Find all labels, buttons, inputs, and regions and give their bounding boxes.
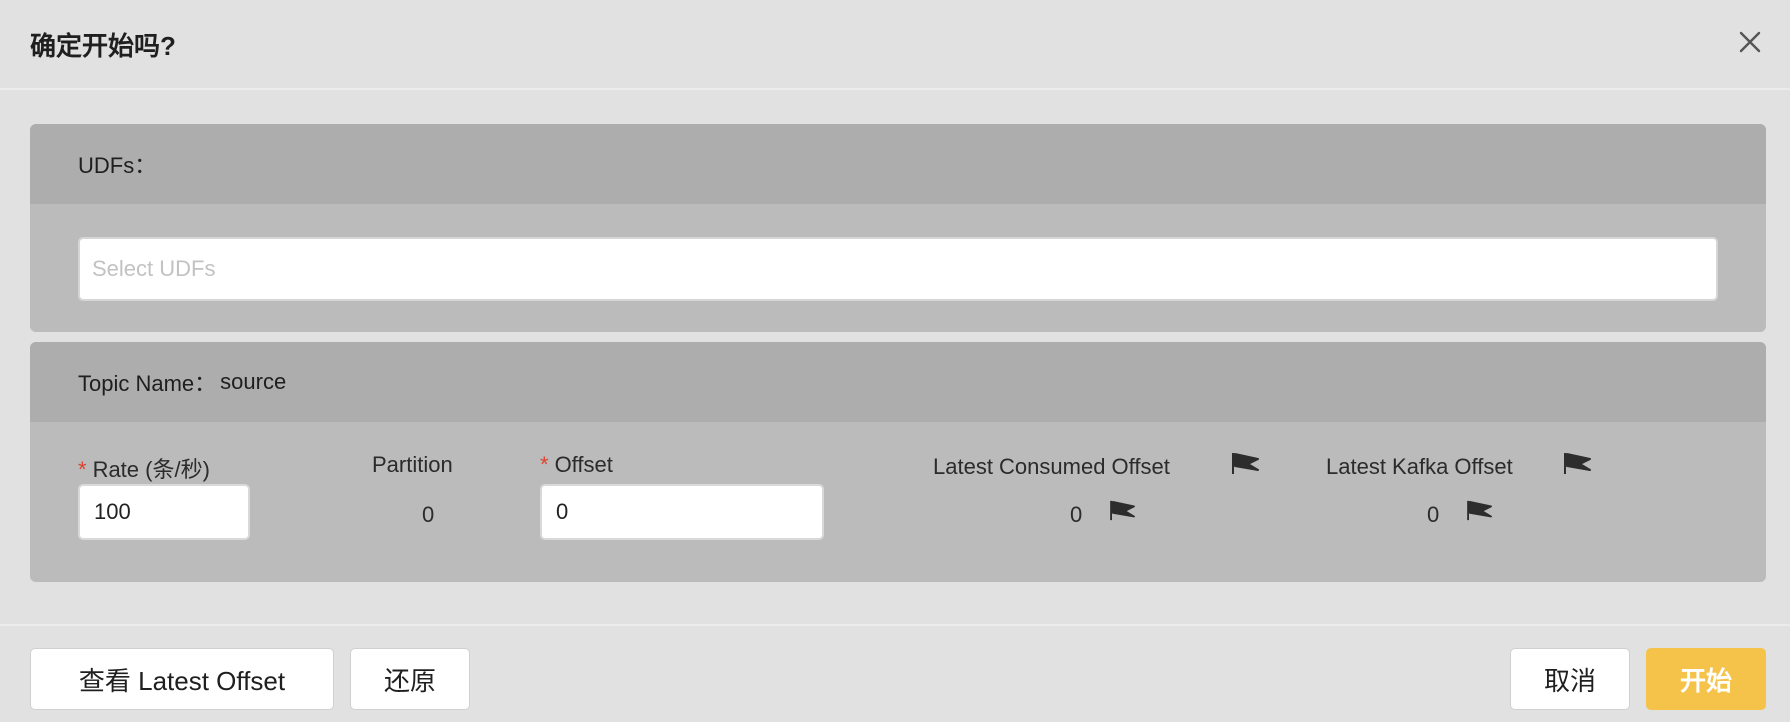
topic-name-label: Topic Name： bbox=[78, 371, 217, 396]
rate-label-text: Rate (条/秒) bbox=[92, 457, 210, 482]
confirm-start-dialog: 确定开始吗? UDFs： Select UDFs Topic Name： sou… bbox=[0, 0, 1790, 722]
latest-consumed-offset-label: Latest Consumed Offset bbox=[933, 454, 1170, 479]
rate-input[interactable] bbox=[78, 484, 250, 540]
udfs-card-header: UDFs： bbox=[30, 124, 1766, 204]
latest-kafka-offset-label: Latest Kafka Offset bbox=[1326, 454, 1513, 479]
udfs-card: UDFs： Select UDFs bbox=[30, 124, 1766, 332]
topic-card: Topic Name： source *Rate (条/秒) Partition… bbox=[30, 342, 1766, 582]
offset-input[interactable] bbox=[540, 484, 824, 540]
topic-card-header: Topic Name： source bbox=[30, 342, 1766, 422]
rate-required-mark: * bbox=[78, 457, 87, 482]
dialog-body: UDFs： Select UDFs Topic Name： source * Ra… bbox=[0, 90, 1790, 624]
start-button[interactable]: 开始 bbox=[1646, 648, 1766, 710]
topic-name-value: source bbox=[220, 369, 287, 394]
udfs-label: UDFs： bbox=[78, 153, 157, 178]
offset-label-text: Offset bbox=[554, 452, 613, 477]
restore-button[interactable]: 还原 bbox=[350, 648, 470, 710]
dialog-title: 确定开始吗? bbox=[30, 31, 176, 61]
dialog-footer: 查看 Latest Offset 还原 取消 开始 bbox=[0, 624, 1790, 722]
udfs-select-placeholder: Select UDFs bbox=[92, 256, 216, 281]
cancel-button[interactable]: 取消 bbox=[1510, 648, 1630, 710]
latest-consumed-offset-value: 0 bbox=[1070, 502, 1083, 527]
flag-icon[interactable] bbox=[1232, 452, 1260, 476]
partition-value: 0 bbox=[422, 502, 435, 527]
flag-icon[interactable] bbox=[1467, 500, 1495, 524]
latest-kafka-offset-value: 0 bbox=[1427, 502, 1440, 527]
flag-icon[interactable] bbox=[1110, 500, 1138, 524]
offset-required-mark: * bbox=[540, 452, 549, 477]
partition-label: Partition bbox=[372, 452, 453, 477]
rate-label: * Rate (条/秒) bbox=[78, 452, 210, 484]
view-latest-offset-button[interactable]: 查看 Latest Offset bbox=[30, 648, 334, 710]
offset-label: * Offset bbox=[540, 452, 613, 478]
udfs-select[interactable]: Select UDFs bbox=[78, 237, 1718, 301]
flag-icon[interactable] bbox=[1564, 452, 1592, 476]
close-icon[interactable] bbox=[1735, 27, 1765, 57]
dialog-header: 确定开始吗? bbox=[0, 0, 1790, 90]
